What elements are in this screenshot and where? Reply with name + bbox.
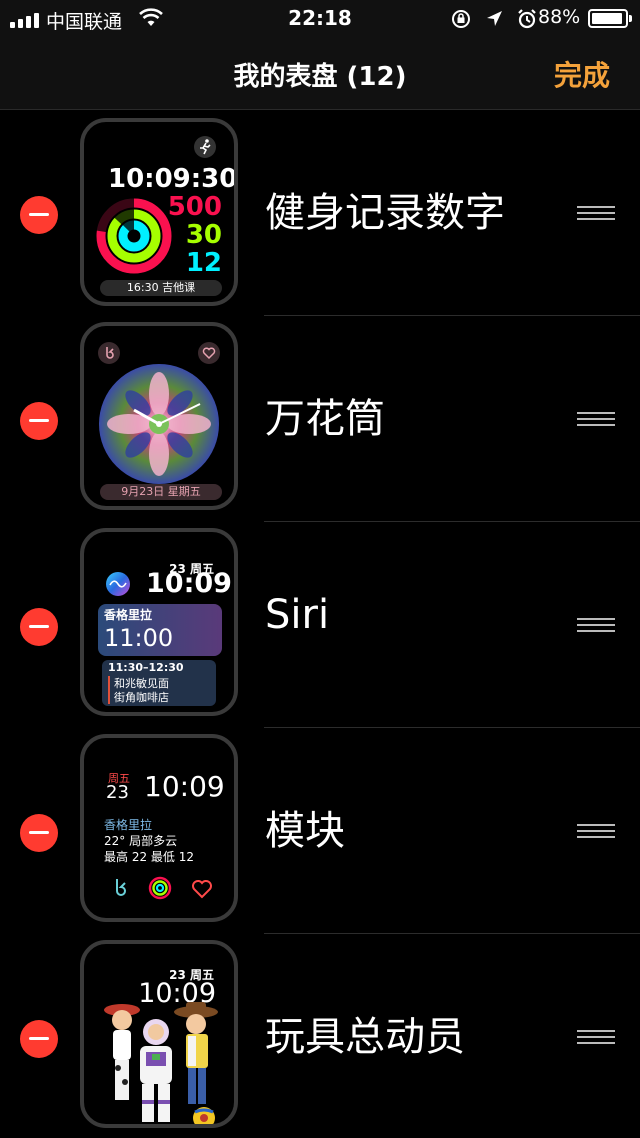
watch-face-preview: 23 周五 10:09 香格里拉 11:00 11:30–12:30 和兆敏见面… [80,528,238,716]
done-button[interactable]: 完成 [554,54,610,94]
battery-percent: 88% [538,6,581,28]
breathe-icon [116,879,126,896]
activity-rings-icon [96,198,172,274]
card-time: 11:00 [104,624,174,652]
move-value: 500 [167,192,222,222]
delete-button[interactable] [20,608,58,646]
watch-face-preview: 10:09:30 500 30 12 16:30 吉他课 [80,118,238,306]
activity-rings-icon [148,876,172,900]
alarm-icon [518,9,536,29]
list-item[interactable]: 周五 23 10:09 香格里拉 22° 局部多云 最高 22 最低 12 模块 [0,728,640,934]
event-location: 街角咖啡店 [114,691,169,704]
battery-icon [588,9,632,28]
siri-icon [106,572,130,596]
navigation-bar: 我的表盘 (12) 完成 [0,40,640,110]
watch-face-preview: 9月23日 星期五 [80,322,238,510]
face-name: Siri [265,592,330,638]
event-label: 16:30 吉他课 [100,280,222,296]
delete-button[interactable] [20,196,58,234]
face-time: 10:09 [144,770,225,803]
face-name: 模块 [265,808,345,854]
card-title: 香格里拉 [104,608,153,622]
reorder-handle-icon[interactable] [577,206,615,220]
list-item[interactable]: 23 周五 10:09 玩具总动员 [0,934,640,1138]
date-label: 9月23日 星期五 [100,484,222,500]
breathe-icon [98,342,120,364]
face-name: 玩具总动员 [265,1014,465,1060]
list-item[interactable]: 9月23日 星期五 万花筒 [0,316,640,522]
delete-button[interactable] [20,814,58,852]
running-figure-icon [194,136,216,158]
page-title: 我的表盘 (12) [233,62,407,92]
delete-button[interactable] [20,1020,58,1058]
temp-range-label: 最高 22 最低 12 [104,850,194,864]
exercise-value: 30 [185,220,222,250]
heart-icon [192,880,212,899]
status-bar: 中国联通 22:18 88% [0,0,640,40]
watch-face-preview: 23 周五 10:09 [80,940,238,1128]
watch-face-preview: 周五 23 10:09 香格里拉 22° 局部多云 最高 22 最低 12 [80,734,238,922]
location-icon [487,11,502,26]
face-time: 10:09 [146,568,232,599]
reorder-handle-icon[interactable] [577,1030,615,1044]
face-name: 健身记录数字 [265,190,505,236]
rotation-lock-icon [452,10,470,28]
day-label: 23 [106,782,129,803]
weather-label: 22° 局部多云 [104,834,178,848]
face-time: 10:09:30 [108,164,238,194]
delete-button[interactable] [20,402,58,440]
toy-story-characters-icon [104,1002,218,1124]
reorder-handle-icon[interactable] [577,618,615,632]
stand-value: 12 [185,248,222,278]
reorder-handle-icon[interactable] [577,824,615,838]
heart-icon [198,342,220,364]
list-item[interactable]: 10:09:30 500 30 12 16:30 吉他课 健身记录数字 [0,110,640,316]
face-name: 万花筒 [265,396,385,442]
list-item[interactable]: 23 周五 10:09 香格里拉 11:00 11:30–12:30 和兆敏见面… [0,522,640,728]
kaleidoscope-icon [99,364,219,484]
reorder-handle-icon[interactable] [577,412,615,426]
event-time: 11:30–12:30 [108,661,184,674]
location-label: 香格里拉 [104,818,153,832]
